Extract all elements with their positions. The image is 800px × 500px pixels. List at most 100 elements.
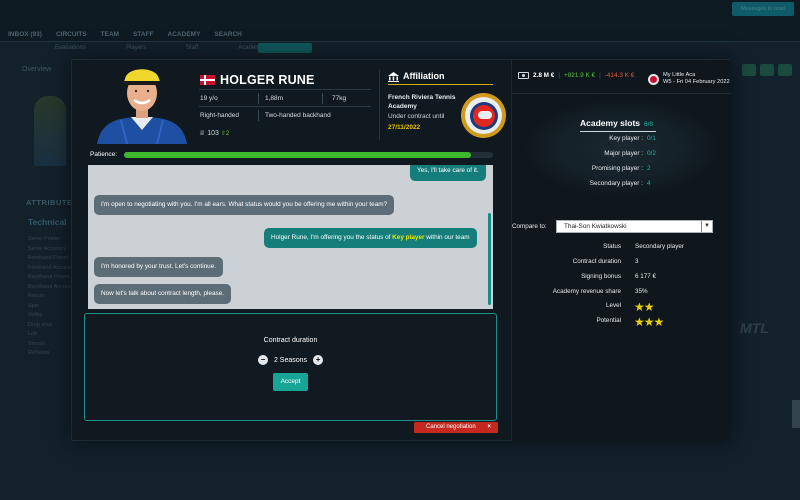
academy-side-panel: 2.8 M € | +821.9 K € | -414.3 K € My Lit… xyxy=(511,60,731,441)
subnav-evaluations[interactable]: Evaluations xyxy=(55,45,86,51)
negotiation-modal: HOLGER RUNE 19 y/o 1,88m 77kg Right-hand… xyxy=(71,59,731,441)
attr-item: Reflexes xyxy=(28,350,50,356)
patience-bar xyxy=(124,152,493,158)
overview-tab[interactable]: Overview xyxy=(22,66,51,73)
background-action-buttons xyxy=(742,64,792,76)
divider xyxy=(512,93,731,94)
mtl-logo: MTL xyxy=(740,320,769,336)
club-name: My Little Aca xyxy=(663,72,696,78)
compare-label: Compare to: xyxy=(512,223,547,230)
attr-item: Lob xyxy=(28,331,38,337)
bg-action-button[interactable] xyxy=(742,64,756,76)
nav-inbox[interactable]: INBOX (93) xyxy=(8,28,42,42)
player-name-row: HOLGER RUNE xyxy=(200,73,315,87)
decrease-button[interactable]: − xyxy=(257,355,268,365)
bg-action-button[interactable] xyxy=(778,64,792,76)
divider xyxy=(258,110,259,121)
patience-label: Patience: xyxy=(90,151,118,158)
academy-slots-title: Academy slots 6/8 xyxy=(580,118,654,128)
slots-underline xyxy=(580,131,656,132)
attr-item: Backhand Power xyxy=(28,274,70,280)
divider xyxy=(322,93,323,104)
attr-item: Smash xyxy=(28,340,46,347)
compare-player-select[interactable]: Thai-Son Kwiatkowski ▼ xyxy=(556,220,713,233)
attr-item: Serve Accuracy xyxy=(28,245,67,252)
tennis-ball-icon xyxy=(648,74,659,85)
contract-duration-panel: Contract duration − 2 Seasons + Accept xyxy=(84,313,497,421)
rating-value: 103 xyxy=(207,130,219,137)
divider xyxy=(199,89,371,90)
bg-action-button[interactable] xyxy=(760,64,774,76)
chat-message-player: Yes, I'll take care of it. xyxy=(410,165,486,181)
divider xyxy=(258,93,259,104)
divider xyxy=(199,106,371,107)
player-weight: 77kg xyxy=(332,95,347,102)
compare-selected: Thai-Son Kwiatkowski xyxy=(564,223,627,230)
attr-item: Volley xyxy=(28,312,43,318)
contract-duration-value: 2 Seasons xyxy=(273,356,308,364)
chat-log: Yes, I'll take care of it. I'm open to n… xyxy=(88,165,493,309)
player-hand: Right-handed xyxy=(200,112,240,119)
expense: -414.3 K € xyxy=(604,72,635,79)
academy-building-icon xyxy=(388,72,399,82)
contract-duration-title: Contract duration xyxy=(263,337,318,344)
chat-scrollbar[interactable] xyxy=(488,213,491,305)
subnav-active-tab[interactable] xyxy=(258,43,312,53)
rating-delta: 2 xyxy=(225,131,230,137)
accept-button[interactable]: Accept xyxy=(273,373,308,391)
subnav-staff[interactable]: Staff xyxy=(186,45,198,51)
patience-fill xyxy=(124,152,471,158)
status-keyword: Key player xyxy=(392,234,425,241)
chat-message-player: I'm open to negotiating with you. I'm al… xyxy=(94,195,395,215)
background-scrollbar[interactable] xyxy=(792,400,800,428)
player-rating: ♕ 103 ⇧2 xyxy=(199,129,229,137)
nav-staff[interactable]: STAFF xyxy=(133,28,153,42)
game-date: W5 - Fri 04 February 2022 xyxy=(663,79,730,85)
trophy-icon: ♕ xyxy=(199,130,206,137)
background-player-portrait xyxy=(34,96,66,166)
increase-button[interactable]: + xyxy=(313,355,324,365)
player-backhand: Two-handed backhand xyxy=(265,112,331,119)
subnav-players[interactable]: Players xyxy=(126,45,146,51)
potential-stars-icon: ★★★ xyxy=(634,315,664,329)
nav-academy[interactable]: ACADEMY xyxy=(168,28,201,42)
player-height: 1,88m xyxy=(265,95,284,102)
denmark-flag-icon xyxy=(200,75,215,85)
player-photo xyxy=(87,60,197,144)
player-name: HOLGER RUNE xyxy=(220,73,315,87)
attr-item: Serve Power xyxy=(28,236,60,242)
contract-end-date: 27/11/2022 xyxy=(388,124,421,131)
nav-circuits[interactable]: CIRCUITS xyxy=(56,28,87,42)
attr-item: Spin xyxy=(28,302,40,309)
player-portrait-icon xyxy=(87,60,197,144)
chevron-down-icon[interactable]: ▼ xyxy=(701,221,712,232)
level-stars-icon: ★★ xyxy=(634,300,654,314)
chat-message-me: Holger Rune, I'm offering you the status… xyxy=(264,228,477,248)
nav-search[interactable]: SEARCH xyxy=(214,28,241,42)
finances: 2.8 M € | +821.9 K € | -414.3 K € xyxy=(518,72,634,79)
close-icon: × xyxy=(487,424,491,430)
affiliation-title: Affiliation xyxy=(403,71,445,81)
cancel-label: Cancel negotiation xyxy=(426,424,476,430)
attribute-list: Serve Power Serve Accuracy Forehand Powe… xyxy=(28,235,76,359)
messages-button[interactable]: Messages to read xyxy=(732,2,794,16)
club-info: My Little Aca W5 - Fri 04 February 2022 xyxy=(648,72,730,86)
attr-item: Forehand Power xyxy=(28,255,69,261)
nav-team[interactable]: TEAM xyxy=(101,28,119,42)
sub-nav: Evaluations Players Staff Academies xyxy=(55,45,268,51)
cash-icon xyxy=(518,72,529,79)
contract-duration-stepper: − 2 Seasons + xyxy=(85,355,496,365)
attr-item: Return xyxy=(28,293,45,299)
player-age: 19 y/o xyxy=(200,95,218,102)
top-bar: INBOX (93) CIRCUITS TEAM STAFF ACADEMY S… xyxy=(0,0,800,42)
cancel-negotiation-button[interactable]: Cancel negotiation × xyxy=(414,422,498,433)
academy-logo xyxy=(461,93,506,138)
main-nav: INBOX (93) CIRCUITS TEAM STAFF ACADEMY S… xyxy=(0,28,242,42)
balance: 2.8 M € xyxy=(533,72,555,79)
income: +821.9 K € xyxy=(564,72,596,79)
chat-message-player: I'm honored by your trust. Let's continu… xyxy=(94,257,224,277)
affiliation-underline xyxy=(388,84,493,85)
academy-slots-count: 6/8 xyxy=(644,121,654,128)
technical-heading: Technical xyxy=(28,217,67,227)
divider xyxy=(379,70,380,140)
